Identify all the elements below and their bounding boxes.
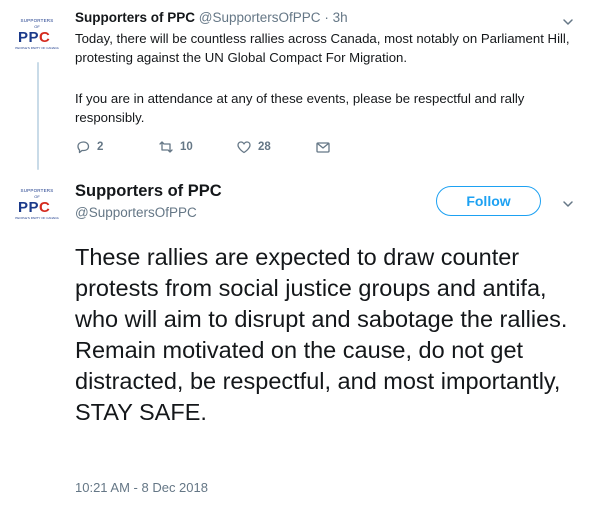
ppc-logo-text: PP [18,29,40,46]
heart-icon [237,141,251,154]
reply-icon [77,141,90,154]
avatar[interactable]: SUPPORTERS OF PPC PEOPLE'S PARTY OF CANA… [12,182,62,232]
follow-button[interactable]: Follow [436,186,541,216]
avatar[interactable]: SUPPORTERS OF PPC PEOPLE'S PARTY OF CANA… [12,10,62,60]
like-button[interactable]: 28 [236,139,271,155]
reply-count: 2 [97,141,104,153]
retweet-icon [159,141,173,153]
handle[interactable]: @SupportersOfPPC [75,205,197,220]
ppc-logo-c: C [39,199,51,216]
avatar-supporters-text: SUPPORTERS [20,18,54,23]
timestamp[interactable]: 3h [333,10,348,25]
envelope-icon [316,142,330,153]
handle[interactable]: @SupportersOfPPC [199,10,321,25]
ppc-logo: PPC [18,199,50,216]
tweet-text-2: If you are in attendance at any of these… [75,91,525,125]
retweet-count: 10 [180,141,193,153]
direct-message-button[interactable] [315,139,331,155]
avatar-party-text: PEOPLE'S PARTY OF CANADA [15,46,59,50]
tweet-text: These rallies are expected to draw count… [75,244,568,425]
avatar-party-text: PEOPLE'S PARTY OF CANADA [15,216,59,220]
display-name[interactable]: Supporters of PPC [75,10,195,25]
ppc-logo: PPC [18,29,50,46]
reply-button[interactable]: 2 [75,139,103,155]
chevron-down-icon[interactable] [562,198,574,210]
tweet-header: Supporters of PPC @SupportersOfPPC · 3h [75,10,348,25]
tweet-text: Today, there will be countless rallies a… [75,31,570,65]
ppc-logo-c: C [39,29,51,46]
like-count: 28 [258,141,271,153]
tweet-timestamp[interactable]: 10:21 AM - 8 Dec 2018 [75,480,208,495]
avatar-supporters-text: SUPPORTERS [20,188,54,193]
display-name[interactable]: Supporters of PPC [75,182,222,201]
ppc-logo-text: PP [18,199,40,216]
retweet-button[interactable]: 10 [158,139,193,155]
separator: · [324,10,329,25]
chevron-down-icon[interactable] [562,16,574,28]
thread-line [37,62,39,170]
